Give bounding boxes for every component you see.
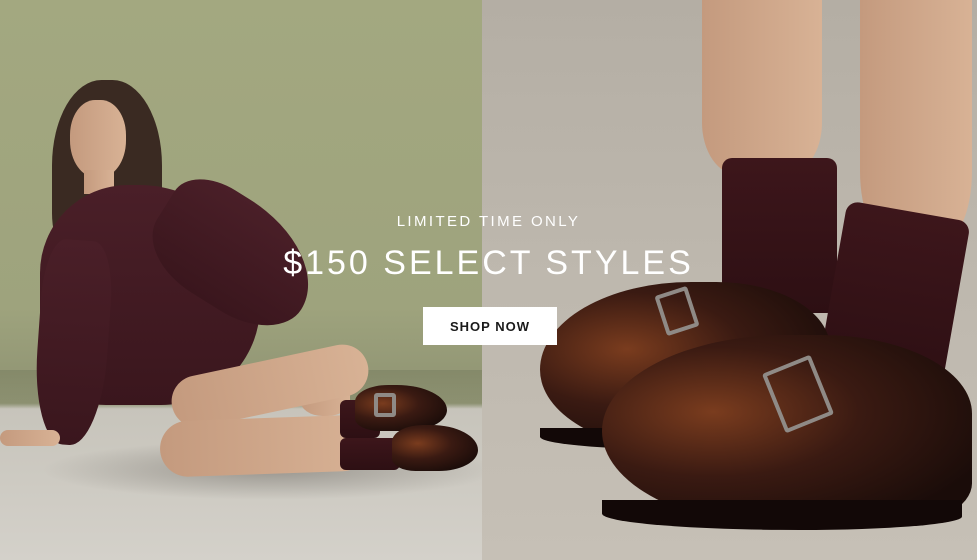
promo-eyebrow: LIMITED TIME ONLY [396, 213, 581, 230]
promo-text-overlay: LIMITED TIME ONLY $150 SELECT STYLES SHO… [0, 0, 977, 560]
promo-hero-banner[interactable]: LIMITED TIME ONLY $150 SELECT STYLES SHO… [0, 0, 977, 560]
promo-headline: $150 SELECT STYLES [283, 244, 694, 282]
shop-now-button[interactable]: SHOP NOW [423, 307, 557, 345]
